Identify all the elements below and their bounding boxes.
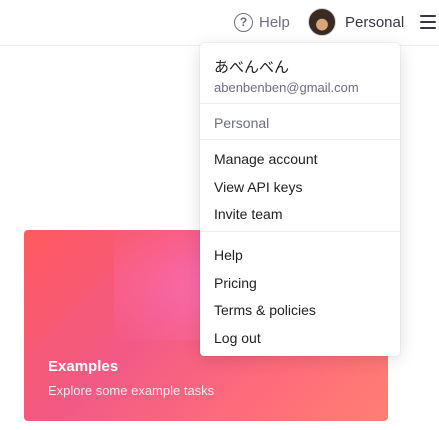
- misc-section: Help Pricing Terms & policies Log out: [200, 232, 400, 356]
- examples-subtitle: Explore some example tasks: [48, 383, 215, 398]
- help-menu-item[interactable]: Help: [214, 247, 243, 263]
- org-personal-item[interactable]: Personal: [214, 115, 269, 131]
- invite-team-item[interactable]: Invite team: [214, 206, 282, 222]
- view-api-keys-item[interactable]: View API keys: [214, 179, 302, 195]
- top-bar: ? Help Personal: [0, 0, 439, 46]
- avatar: [308, 8, 336, 36]
- examples-title: Examples: [48, 358, 119, 375]
- account-button[interactable]: Personal: [308, 8, 404, 36]
- user-email: abenbenben@gmail.com: [214, 80, 359, 95]
- help-button[interactable]: ? Help: [234, 11, 290, 33]
- terms-policies-item[interactable]: Terms & policies: [214, 302, 316, 318]
- account-label: Personal: [345, 13, 405, 31]
- pricing-item[interactable]: Pricing: [214, 275, 257, 291]
- log-out-item[interactable]: Log out: [214, 330, 261, 346]
- user-name: あべんべん: [214, 59, 290, 76]
- user-info: あべんべん abenbenben@gmail.com: [200, 43, 400, 104]
- account-dropdown: あべんべん abenbenben@gmail.com Personal Mana…: [200, 43, 400, 356]
- manage-account-item[interactable]: Manage account: [214, 151, 318, 167]
- hamburger-menu-icon[interactable]: [420, 13, 438, 31]
- help-label: Help: [259, 13, 290, 31]
- org-section: Personal: [200, 104, 400, 140]
- question-circle-icon: ?: [234, 12, 253, 32]
- account-section: Manage account View API keys Invite team: [200, 140, 400, 232]
